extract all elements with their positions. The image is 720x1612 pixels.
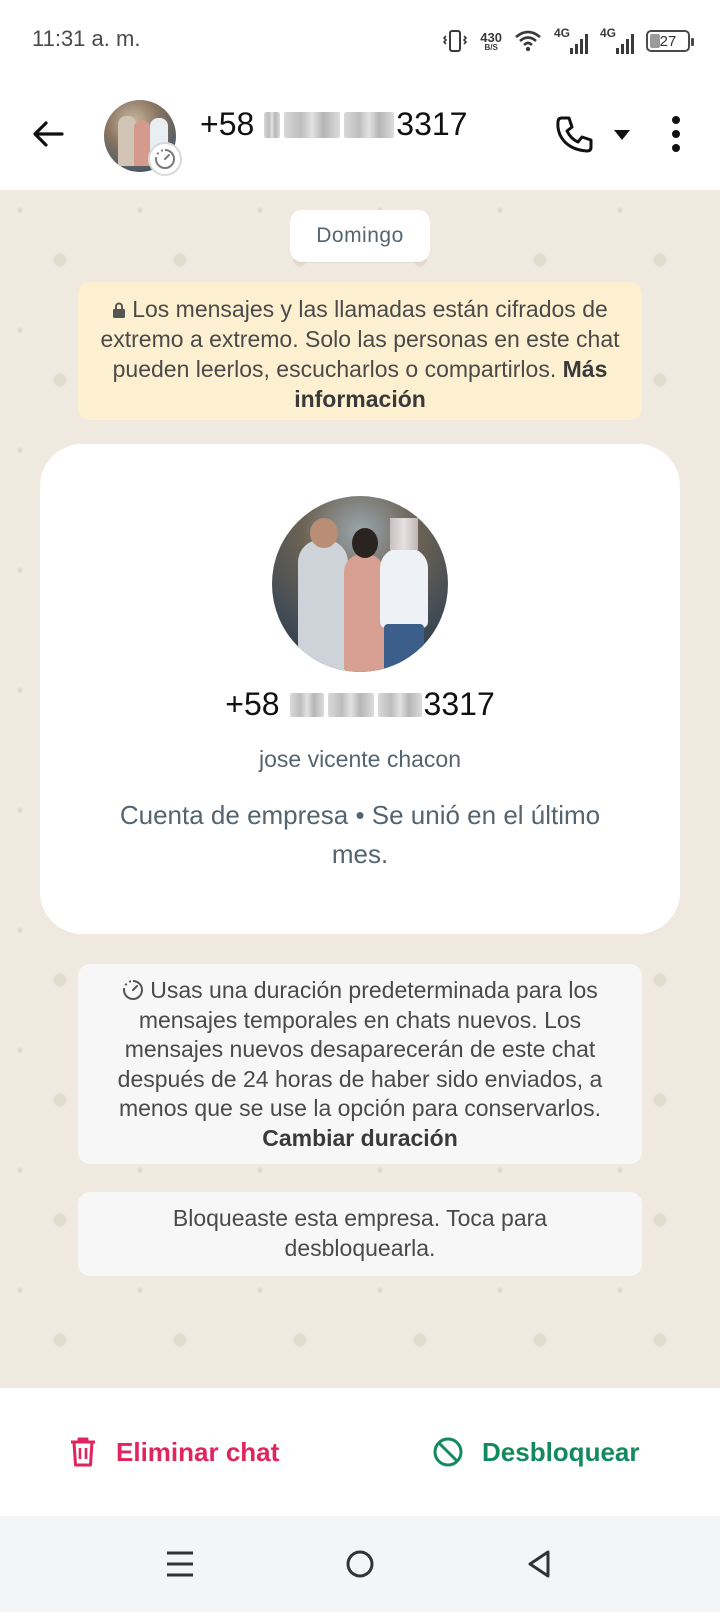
contact-phone[interactable]: +58 3317	[200, 106, 467, 143]
disappearing-timer-icon	[148, 142, 182, 176]
encryption-text: Los mensajes y las llamadas están cifrad…	[100, 296, 620, 382]
signal-4g-2: 4G	[600, 26, 634, 54]
phone-icon[interactable]	[552, 112, 596, 156]
blocked-notice[interactable]: Bloqueaste esta empresa. Toca para desbl…	[78, 1192, 642, 1276]
encryption-notice[interactable]: Los mensajes y las llamadas están cifrad…	[78, 282, 642, 420]
chat-header: +58 3317	[0, 80, 720, 190]
wifi-icon	[515, 30, 541, 52]
lock-icon	[113, 302, 126, 318]
phone-suffix: 3317	[396, 106, 468, 142]
more-vert-icon[interactable]	[668, 114, 684, 154]
chevron-down-icon[interactable]	[614, 130, 630, 140]
redacted-digits	[284, 111, 341, 138]
timer-icon	[123, 980, 144, 1000]
profile-photo[interactable]	[272, 496, 448, 672]
signal-label: 4G	[554, 26, 571, 40]
network-speed: 430 B/S	[480, 31, 502, 52]
status-icons: 430 B/S 4G 4G 27	[442, 24, 694, 58]
battery-icon: 27	[646, 30, 694, 52]
profile-phone: +58 3317	[40, 686, 680, 723]
date-chip: Domingo	[290, 210, 430, 262]
status-bar: 11:31 a. m. 430 B/S 4G 4G 27	[0, 0, 720, 80]
redacted-digits	[327, 692, 374, 717]
block-icon	[433, 1437, 463, 1467]
speed-value: 430	[480, 29, 502, 45]
change-duration-link[interactable]: Cambiar duración	[262, 1125, 458, 1151]
status-time: 11:31 a. m.	[32, 26, 141, 51]
back-triangle-icon[interactable]	[520, 1544, 560, 1584]
unblock-label: Desbloquear	[482, 1436, 640, 1467]
profile-name: jose vicente chacon	[258, 746, 461, 772]
back-arrow-icon[interactable]	[28, 114, 68, 154]
unblock-button[interactable]: Desbloquear	[432, 1428, 640, 1476]
chat-area[interactable]: Domingo Los mensajes y las llamadas está…	[0, 190, 720, 1388]
battery-level: 27	[659, 32, 677, 50]
phone-prefix: +58	[200, 106, 255, 142]
redacted-digits	[344, 111, 395, 138]
trash-icon	[71, 1437, 95, 1467]
delete-chat-label: Eliminar chat	[116, 1436, 280, 1467]
profile-info: Cuenta de empresa • Se unió en el último…	[119, 800, 601, 869]
timer-text: Usas una duración predeterminada para lo…	[117, 977, 603, 1121]
speed-unit: B/S	[484, 42, 498, 52]
signal-label: 4G	[600, 26, 617, 40]
redacted-digits	[264, 111, 281, 138]
phone-prefix: +58	[225, 686, 280, 722]
profile-card: +58 3317 jose vicente chacon Cuenta de e…	[40, 444, 680, 934]
redacted-digits	[377, 692, 422, 717]
menu-icon[interactable]	[160, 1544, 200, 1584]
signal-4g-1: 4G	[554, 26, 588, 54]
vibrate-icon	[443, 30, 468, 52]
blocked-actions-bar: Eliminar chat Desbloquear	[0, 1388, 720, 1516]
delete-chat-button[interactable]: Eliminar chat	[68, 1428, 279, 1476]
phone-suffix: 3317	[423, 686, 495, 722]
system-nav-bar	[0, 1516, 720, 1612]
disappearing-messages-notice[interactable]: Usas una duración predeterminada para lo…	[78, 964, 642, 1164]
redacted-digits	[289, 692, 324, 717]
home-circle-icon[interactable]	[340, 1544, 380, 1584]
